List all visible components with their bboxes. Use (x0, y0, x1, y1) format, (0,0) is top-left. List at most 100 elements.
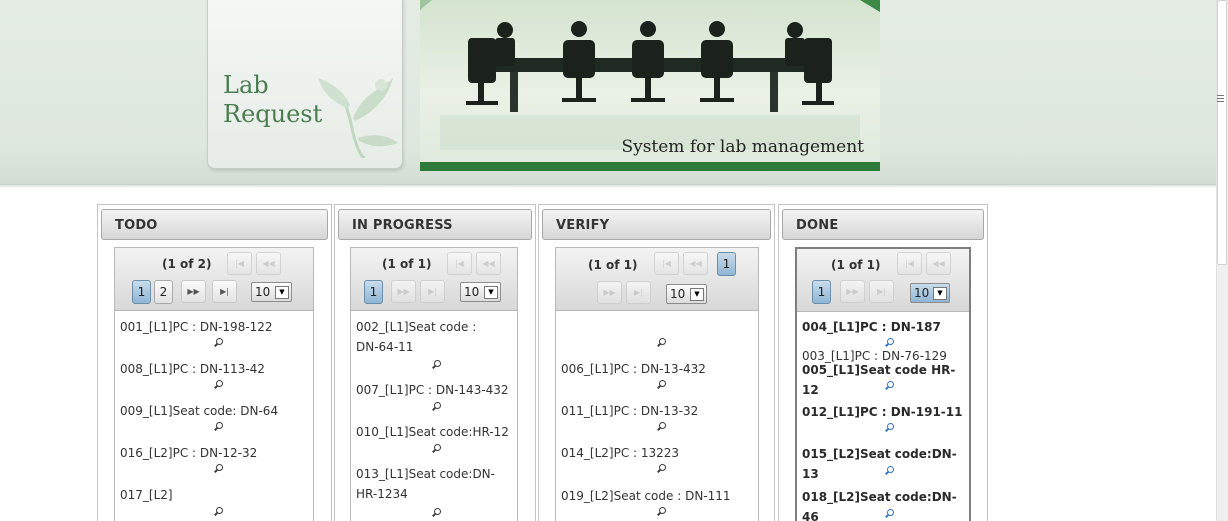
column-title: IN PROGRESS (352, 218, 453, 233)
magnifier-icon[interactable] (431, 360, 441, 370)
last-page-icon[interactable]: ▶| (869, 280, 894, 303)
column-in-progress: IN PROGRESS (1 of 1) |◀ ◀◀ 1 ▶▶ ▶| 10 ▼ … (334, 204, 536, 521)
paginator: (1 of 1) |◀ ◀◀ 1 ▶▶ ▶| 10 ▼ (797, 249, 969, 312)
list-item[interactable]: 016_[L2]PC : DN-12-32 (120, 443, 308, 463)
list-item[interactable]: 008_[L1]PC : DN-113-42 (120, 359, 308, 379)
chevron-down-icon: ▼ (933, 287, 947, 300)
rows-per-page-select[interactable]: 10 ▼ (460, 282, 501, 302)
rows-per-page-value: 10 (255, 285, 271, 299)
task-list: (1 of 2) |◀ ◀◀ 1 2 ▶▶ ▶| 10 ▼ 001_[L1]PC… (114, 247, 314, 521)
logo[interactable]: Lab Request (207, 0, 403, 169)
list-item[interactable]: 013_[L1]Seat code:DN-HR-1234 (356, 464, 502, 504)
magnifier-icon[interactable] (884, 423, 894, 433)
magnifier-icon[interactable] (431, 508, 441, 518)
magnifier-icon[interactable] (213, 507, 223, 517)
column-title: VERIFY (556, 218, 610, 233)
items: 001_[L1]PC : DN-198-122 008_[L1]PC : DN-… (120, 311, 308, 521)
last-page-icon[interactable]: ▶| (212, 280, 237, 303)
task-list: (1 of 1) |◀ ◀◀ 1 ▶▶ ▶| 10 ▼ 004_[L1]PC :… (795, 247, 971, 521)
magnifier-icon[interactable] (884, 466, 894, 476)
next-page-icon[interactable]: ▶▶ (181, 280, 206, 303)
next-page-icon[interactable]: ▶▶ (840, 280, 865, 303)
logo-line-1: Lab (223, 71, 269, 99)
prev-page-icon[interactable]: ◀◀ (476, 252, 501, 275)
vertical-scrollbar[interactable] (1216, 0, 1228, 521)
list-item[interactable]: 005_[L1]Seat code HR-12 (802, 360, 964, 400)
rows-per-page-select[interactable]: 10 ▼ (666, 284, 707, 304)
banner-strip (420, 162, 880, 171)
magnifier-icon[interactable] (656, 338, 666, 348)
next-page-icon[interactable]: ▶▶ (597, 281, 622, 304)
last-page-icon[interactable]: ▶| (626, 281, 651, 304)
first-page-icon[interactable]: |◀ (227, 252, 252, 275)
list-item[interactable]: 007_[L1]PC : DN-143-432 (356, 380, 512, 400)
paginator: (1 of 2) |◀ ◀◀ 1 2 ▶▶ ▶| 10 ▼ (115, 248, 313, 311)
paginator: (1 of 1) |◀ ◀◀ 1 ▶▶ ▶| 10 ▼ (556, 248, 758, 311)
column-header: IN PROGRESS (338, 209, 532, 240)
magnifier-icon[interactable] (656, 507, 666, 517)
magnifier-icon[interactable] (213, 380, 223, 390)
banner-caption: System for lab management (621, 137, 864, 157)
page-report: (1 of 2) (162, 257, 212, 271)
magnifier-icon[interactable] (213, 338, 223, 348)
list-item[interactable]: 019_[L2]Seat code : DN-111 (561, 486, 753, 506)
logo-line-2: Request (223, 100, 323, 128)
magnifier-icon[interactable] (884, 381, 894, 391)
rows-per-page-value: 10 (670, 287, 686, 301)
list-item[interactable]: 011_[L1]PC : DN-13-32 (561, 401, 753, 421)
first-page-icon[interactable]: |◀ (897, 252, 922, 275)
task-list: (1 of 1) |◀ ◀◀ 1 ▶▶ ▶| 10 ▼ 002_[L1]Seat… (350, 247, 518, 521)
chevron-down-icon: ▼ (275, 286, 289, 299)
list-item[interactable]: 010_[L1]Seat code:HR-12 (356, 422, 512, 442)
page-number[interactable]: 1 (132, 280, 151, 304)
list-item[interactable]: 006_[L1]PC : DN-13-432 (561, 359, 753, 379)
page-report: (1 of 1) (831, 258, 881, 272)
banner: System for lab management (420, 0, 880, 171)
list-item[interactable]: 018_[L2]Seat code:DN-46 (802, 487, 964, 521)
column-todo: TODO (1 of 2) |◀ ◀◀ 1 2 ▶▶ ▶| 10 ▼ 001_[… (97, 204, 332, 521)
rows-per-page-value: 10 (464, 285, 480, 299)
next-page-icon[interactable]: ▶▶ (391, 280, 416, 303)
logo-text: Lab Request (223, 71, 322, 129)
grip-icon (1217, 95, 1224, 103)
list-item[interactable]: 009_[L1]Seat code: DN-64 (120, 401, 308, 421)
paginator: (1 of 1) |◀ ◀◀ 1 ▶▶ ▶| 10 ▼ (351, 248, 517, 311)
page-report: (1 of 1) (382, 257, 432, 271)
column-header: VERIFY (542, 209, 771, 240)
list-item[interactable]: 001_[L1]PC : DN-198-122 (120, 317, 308, 337)
last-page-icon[interactable]: ▶| (420, 280, 445, 303)
page-number[interactable]: 1 (364, 280, 383, 304)
page-number[interactable]: 2 (154, 280, 173, 304)
list-item[interactable]: 004_[L1]PC : DN-187 (802, 317, 964, 337)
prev-page-icon[interactable]: ◀◀ (926, 252, 951, 275)
first-page-icon[interactable]: |◀ (447, 252, 472, 275)
magnifier-icon[interactable] (431, 402, 441, 412)
rows-per-page-value: 10 (914, 286, 930, 300)
first-page-icon[interactable]: |◀ (654, 252, 679, 275)
page-number[interactable]: 1 (812, 280, 831, 304)
list-item[interactable]: 015_[L2]Seat code:DN-13 (802, 444, 964, 484)
column-header: TODO (101, 209, 328, 240)
page-number[interactable]: 1 (717, 252, 736, 276)
magnifier-icon[interactable] (884, 509, 894, 519)
prev-page-icon[interactable]: ◀◀ (683, 252, 708, 275)
magnifier-icon[interactable] (431, 444, 441, 454)
list-item[interactable]: 012_[L1]PC : DN-191-11 (802, 402, 964, 422)
magnifier-icon[interactable] (213, 422, 223, 432)
rows-per-page-select[interactable]: 10 ▼ (251, 282, 292, 302)
column-header: DONE (782, 209, 984, 240)
list-item[interactable]: 017_[L2] (120, 485, 308, 505)
magnifier-icon[interactable] (213, 464, 223, 474)
magnifier-icon[interactable] (656, 464, 666, 474)
task-list: (1 of 1) |◀ ◀◀ 1 ▶▶ ▶| 10 ▼ 006_[L1]PC :… (555, 247, 759, 521)
chevron-down-icon: ▼ (484, 286, 498, 299)
list-item[interactable]: 002_[L1]Seat code : DN-64-11 (356, 317, 502, 357)
prev-page-icon[interactable]: ◀◀ (256, 252, 281, 275)
column-title: TODO (115, 218, 158, 233)
rows-per-page-select[interactable]: 10 ▼ (910, 283, 950, 303)
column-title: DONE (796, 218, 839, 233)
magnifier-icon[interactable] (656, 380, 666, 390)
list-item[interactable]: 014_[L2]PC : 13223 (561, 443, 753, 463)
scrollbar-thumb[interactable] (1217, 0, 1227, 265)
magnifier-icon[interactable] (656, 422, 666, 432)
